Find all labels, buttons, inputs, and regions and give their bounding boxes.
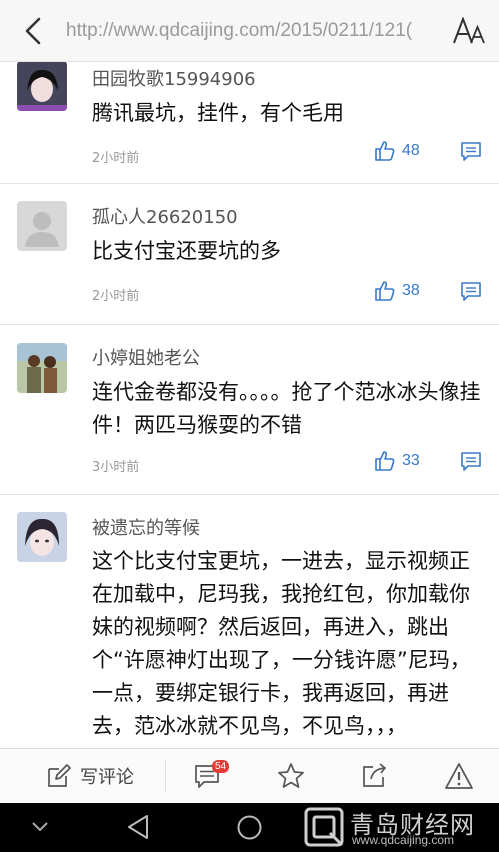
watermark-url: www.qdcaijing.com bbox=[352, 833, 455, 847]
girl-portrait-avatar-icon bbox=[17, 512, 67, 562]
reply-button[interactable] bbox=[460, 451, 482, 477]
nav-home-button[interactable] bbox=[236, 814, 263, 845]
site-watermark: 青岛财经网 www.qdcaijing.com bbox=[300, 805, 499, 851]
comment-time: 2小时前 bbox=[92, 289, 140, 304]
comment-username[interactable]: 小婷姐她老公 bbox=[92, 344, 200, 370]
comment-time: 2小时前 bbox=[92, 151, 140, 166]
like-button[interactable]: 48 bbox=[374, 140, 420, 162]
reply-button[interactable] bbox=[460, 281, 482, 307]
circle-home-icon bbox=[237, 815, 262, 840]
chevron-left-icon bbox=[25, 17, 41, 44]
chevron-down-icon bbox=[32, 822, 48, 832]
reply-comment-icon bbox=[461, 282, 481, 301]
url-bar[interactable]: http://www.qdcaijing.com/2015/0211/121( bbox=[66, 20, 439, 42]
thumbs-up-icon bbox=[375, 451, 395, 471]
comment-item: 孤心人26620150 比支付宝还要坑的多 2小时前 38 bbox=[0, 184, 499, 325]
bottom-toolbar: 写评论 54 bbox=[0, 748, 499, 803]
thumbs-up-icon bbox=[375, 141, 395, 161]
comment-text: 比支付宝还要坑的多 bbox=[92, 239, 281, 263]
triangle-back-icon bbox=[128, 815, 148, 839]
like-count: 38 bbox=[402, 282, 420, 299]
comment-item: 被遗忘的等候 这个比支付宝更坑，一进去，显示视频正在加载中，尼玛我，我抢红包，你… bbox=[0, 495, 499, 748]
comment-time: 3小时前 bbox=[92, 460, 140, 475]
user-avatar[interactable] bbox=[17, 201, 67, 251]
comment-username[interactable]: 孤心人26620150 bbox=[92, 203, 238, 229]
reply-button[interactable] bbox=[460, 141, 482, 167]
comments-button[interactable]: 54 bbox=[185, 749, 231, 803]
comment-text: 腾讯最坑，挂件，有个毛用 bbox=[92, 101, 344, 125]
report-button[interactable] bbox=[436, 749, 482, 803]
like-button[interactable]: 33 bbox=[374, 450, 420, 472]
couple-photo-avatar-icon bbox=[17, 343, 67, 393]
comment-item: 小婷姐她老公 连代金卷都没有。。。。抢了个范冰冰头像挂件！两匹马猴耍的不错 3小… bbox=[0, 325, 499, 495]
write-comment-button[interactable]: 写评论 bbox=[30, 749, 150, 803]
comment-username[interactable]: 田园牧歌15994906 bbox=[92, 65, 256, 91]
default-user-avatar-icon bbox=[17, 201, 67, 251]
font-size-button[interactable] bbox=[439, 0, 499, 62]
like-count: 33 bbox=[402, 452, 420, 469]
thumbs-up-icon bbox=[375, 281, 395, 301]
comment-list[interactable]: 田园牧歌15994906 腾讯最坑，挂件，有个毛用 2小时前 48 孤心人266… bbox=[0, 62, 499, 748]
reply-comment-icon bbox=[461, 452, 481, 471]
reply-comment-icon bbox=[461, 142, 481, 161]
comment-text: 连代金卷都没有。。。。抢了个范冰冰头像挂件！两匹马猴耍的不错 bbox=[92, 380, 481, 437]
write-comment-label: 写评论 bbox=[80, 767, 134, 788]
toolbar-divider bbox=[165, 761, 166, 791]
comment-username[interactable]: 被遗忘的等候 bbox=[92, 514, 200, 540]
girl-portrait-avatar-icon bbox=[17, 62, 67, 111]
user-avatar[interactable] bbox=[17, 62, 67, 111]
favorite-button[interactable] bbox=[268, 749, 314, 803]
warning-icon bbox=[445, 763, 473, 789]
comment-text: 这个比支付宝更坑，一进去，显示视频正在加载中，尼玛我，我抢红包，你加载你妹的视频… bbox=[92, 549, 471, 738]
nav-hide-button[interactable] bbox=[30, 816, 50, 840]
share-button[interactable] bbox=[352, 749, 398, 803]
like-count: 48 bbox=[402, 142, 420, 159]
star-icon bbox=[278, 763, 304, 788]
comment-count-badge: 54 bbox=[212, 760, 230, 773]
share-icon bbox=[363, 763, 386, 787]
comment-item: 田园牧歌15994906 腾讯最坑，挂件，有个毛用 2小时前 48 bbox=[0, 62, 499, 184]
nav-back-button[interactable] bbox=[126, 814, 150, 844]
user-avatar[interactable] bbox=[17, 512, 67, 562]
user-avatar[interactable] bbox=[17, 343, 67, 393]
like-button[interactable]: 38 bbox=[374, 280, 420, 302]
font-size-icon bbox=[453, 16, 485, 43]
back-button[interactable] bbox=[0, 0, 66, 62]
edit-pencil-icon bbox=[48, 764, 71, 787]
browser-top-bar: http://www.qdcaijing.com/2015/0211/121( bbox=[0, 0, 499, 62]
qdcaijing-logo-icon bbox=[304, 807, 344, 847]
